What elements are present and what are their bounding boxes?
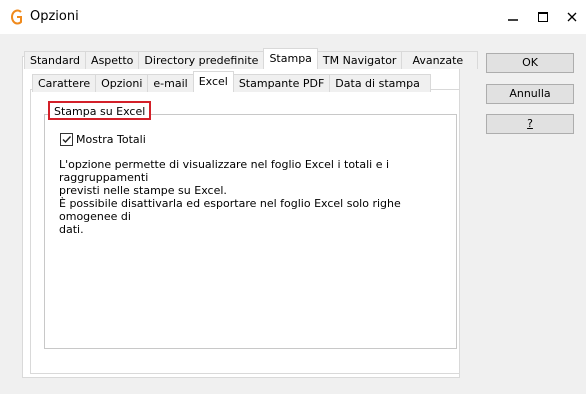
description-line: dati. [59, 223, 84, 236]
checkbox-label: Mostra Totali [76, 133, 146, 146]
option-description: L'opzione permette di visualizzare nel f… [59, 158, 454, 236]
tab-stampante-pdf[interactable]: Stampante PDF [232, 74, 331, 92]
help-button[interactable]: ? [486, 114, 574, 134]
minimize-icon[interactable] [497, 0, 529, 34]
app-logo-icon [10, 9, 24, 25]
inner-tab-strip: Carattere Opzioni e-mail Excel Stampante… [32, 71, 431, 92]
window-title: Opzioni [30, 9, 79, 24]
tab-directory-predefinite[interactable]: Directory predefinite [138, 51, 265, 69]
tab-standard[interactable]: Standard [24, 51, 87, 69]
close-icon[interactable] [556, 0, 586, 34]
outer-tab-strip: Standard Aspetto Directory predefinite S… [24, 48, 479, 69]
tab-avanzate[interactable]: Avanzate [401, 51, 479, 69]
tab-stampa[interactable]: Stampa [263, 48, 318, 69]
title-bar: Opzioni [0, 0, 586, 34]
checkbox-checked-icon[interactable] [60, 133, 73, 146]
tab-carattere[interactable]: Carattere [32, 74, 97, 92]
maximize-icon[interactable] [527, 0, 559, 34]
tab-tm-navigator[interactable]: TM Navigator [316, 51, 403, 69]
cancel-button[interactable]: Annulla [486, 84, 574, 104]
tab-aspetto[interactable]: Aspetto [85, 51, 140, 69]
description-line: È possibile disattivarla ed esportare ne… [59, 197, 401, 223]
tab-data-di-stampa[interactable]: Data di stampa [329, 74, 431, 92]
group-title: Stampa su Excel [48, 101, 152, 120]
description-line: L'opzione permette di visualizzare nel f… [59, 158, 390, 184]
show-totals-checkbox[interactable]: Mostra Totali [60, 133, 146, 146]
ok-button[interactable]: OK [486, 53, 574, 73]
description-line: previsti nelle stampe su Excel. [59, 184, 227, 197]
options-dialog: Opzioni Standard Aspetto Directory prede… [0, 0, 586, 394]
tab-email[interactable]: e-mail [147, 74, 194, 92]
tab-opzioni[interactable]: Opzioni [95, 74, 149, 92]
tab-excel[interactable]: Excel [192, 71, 234, 92]
